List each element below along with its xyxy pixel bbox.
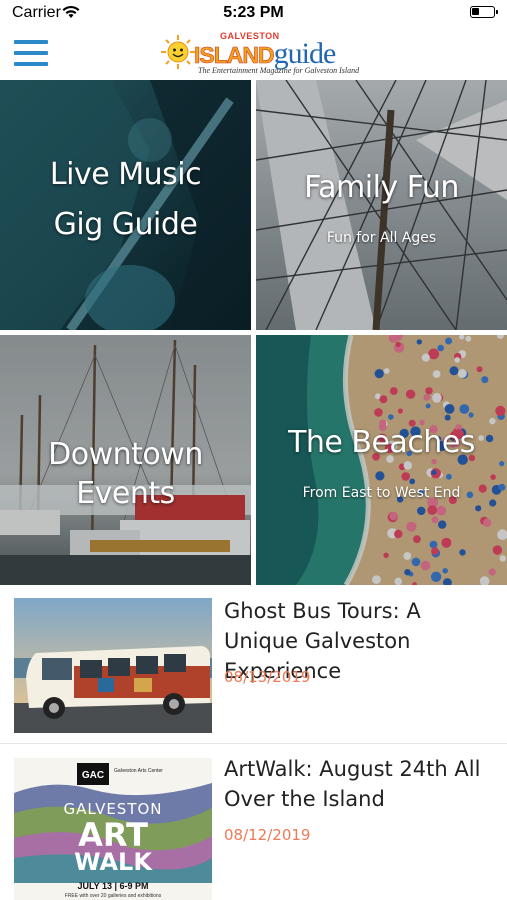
poster-badge: GAC [82, 770, 104, 781]
article-item[interactable]: Ghost Bus Tours: A Unique Galveston Expe… [0, 590, 507, 740]
tile-title: Family Fun [304, 170, 459, 205]
tile-subtitle: Fun for All Ages [326, 230, 437, 246]
tile-title: Gig Guide [53, 207, 198, 242]
tile-family-fun[interactable]: Family Fun Fun for All Ages [256, 80, 507, 330]
ghost-bus-image [14, 598, 212, 733]
poster-note: FREE with over 20 galleries and exhibiti… [65, 893, 162, 899]
article-thumbnail [14, 598, 212, 733]
article-item[interactable]: GAC Galveston Arts Center GALVESTON ART … [0, 750, 507, 900]
app-logo: GALVESTON ISLANDguide The Entertainment … [160, 30, 359, 76]
divider [0, 743, 507, 744]
clock: 5:23 PM [223, 4, 284, 21]
poster-walk: WALK [74, 848, 153, 876]
artwalk-poster-image: GAC Galveston Arts Center GALVESTON ART … [14, 758, 212, 900]
tile-live-music[interactable]: Live Music Gig Guide [0, 80, 251, 330]
tile-title: The Beaches [288, 425, 475, 460]
poster-date: JULY 13 | 6-9 PM [77, 881, 148, 891]
tile-downtown-events[interactable]: Downtown Events [0, 335, 251, 585]
article-title: ArtWalk: August 24th All Over the Island [224, 757, 481, 811]
tile-title: Downtown Events [48, 437, 203, 511]
battery-icon [470, 6, 498, 18]
sun-icon [161, 35, 195, 69]
article-date: 08/13/2019 [224, 668, 311, 686]
poster-org: Galveston Arts Center [114, 768, 163, 774]
logo-island-text: ISLAND [194, 42, 275, 69]
menu-button[interactable] [14, 40, 48, 66]
logo-tagline: The Entertainment Magazine for Galveston… [198, 66, 360, 75]
status-bar: Carrier 5:23 PM [0, 0, 507, 28]
article-date: 08/12/2019 [224, 826, 311, 844]
tile-subtitle: From East to West End [302, 485, 461, 501]
tile-the-beaches[interactable]: The Beaches From East to West End [256, 335, 507, 585]
article-thumbnail: GAC Galveston Arts Center GALVESTON ART … [14, 758, 212, 900]
nav-bar: GALVESTON ISLANDguide The Entertainment … [0, 28, 507, 80]
tile-title: Live Music [49, 157, 202, 192]
